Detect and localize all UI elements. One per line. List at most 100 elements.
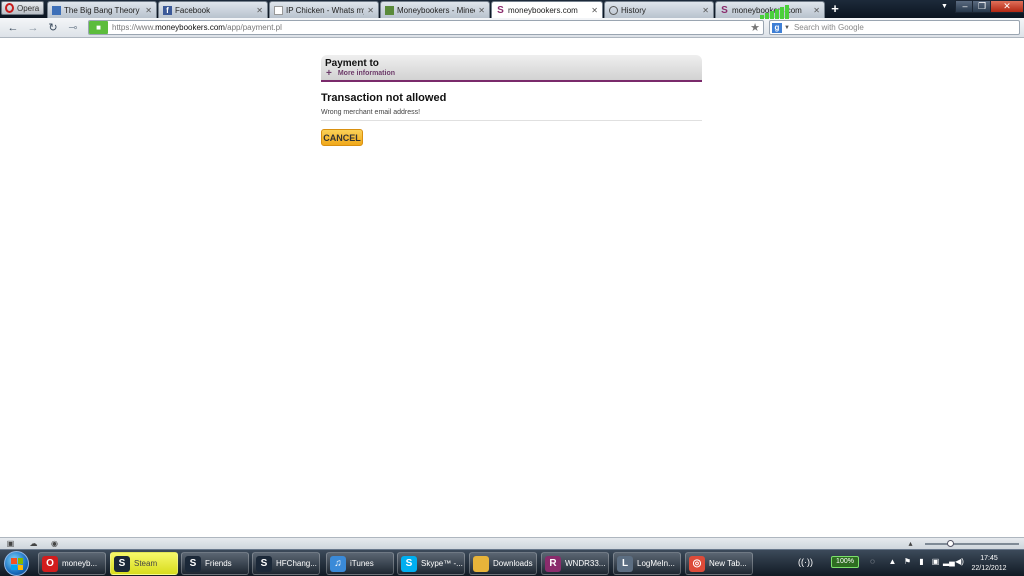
steam-icon: S — [256, 555, 272, 572]
steam-icon: S — [114, 555, 130, 572]
divider — [321, 120, 702, 121]
taskbar-item-label: New Tab... — [709, 559, 747, 568]
tab-title: Moneybookers - Minec... — [397, 5, 475, 15]
itunes-icon: ♫ — [330, 555, 346, 572]
taskbar-item[interactable]: Omoneyb... — [38, 552, 106, 575]
steam-icon: S — [185, 555, 201, 572]
taskbar-item[interactable]: ♫ iTunes — [326, 552, 394, 575]
zoom-slider-knob[interactable] — [947, 540, 954, 547]
taskbar-item-label: moneyb... — [62, 559, 98, 568]
tab-title: The Big Bang Theory S... — [64, 5, 142, 15]
restore-icon[interactable]: ❐ — [972, 0, 992, 13]
tab-close-icon[interactable]: ✕ — [591, 6, 598, 15]
padlock-icon[interactable]: ■ — [89, 21, 108, 34]
more-information-link[interactable]: + More information — [326, 68, 395, 79]
view-icon[interactable]: ▴ — [906, 539, 915, 548]
cancel-button[interactable]: CANCEL — [321, 129, 363, 146]
search-placeholder: Search with Google — [793, 23, 864, 32]
tab-title: IP Chicken - Whats my ... — [286, 5, 364, 15]
zoom-slider[interactable] — [925, 543, 1019, 545]
taskbar-item-label: iTunes — [350, 559, 374, 568]
taskbar-item[interactable]: S Skype™ -... — [397, 552, 465, 575]
tab-close-icon[interactable]: ✕ — [367, 6, 374, 15]
turbo-icon[interactable]: ◉ — [50, 539, 59, 548]
windows-logo-icon — [11, 558, 23, 570]
clock-date: 22/12/2012 — [971, 565, 1007, 572]
taskbar-item-label: HFChang... — [276, 559, 317, 568]
error-title: Transaction not allowed — [321, 92, 447, 104]
show-hidden-icons-icon[interactable]: ▲ — [888, 557, 897, 567]
action-center-flag-icon[interactable]: ⚑ — [903, 557, 912, 567]
tab-history[interactable]: History ✕ — [604, 1, 714, 18]
key-icon[interactable]: ⊸ — [66, 21, 80, 35]
reload-icon[interactable]: ↻ — [46, 21, 60, 35]
opera-icon: O — [42, 555, 58, 572]
tab-facebook[interactable]: f Facebook ✕ — [158, 1, 268, 18]
url-input[interactable]: ■ https://www.moneybookers.com/app/payme… — [88, 20, 764, 35]
panel-toggle-icon[interactable]: ▣ — [6, 539, 15, 548]
logmein-icon: L — [617, 555, 633, 572]
volume-icon[interactable]: ◀) — [955, 557, 964, 567]
taskbar-item-label: WNDR33... — [565, 559, 606, 568]
tab-close-icon[interactable]: ✕ — [478, 6, 485, 15]
opera-logo-icon — [5, 3, 14, 13]
screen: Opera The Big Bang Theory S... ✕ f Faceb… — [0, 0, 1024, 576]
tray-security-icon[interactable]: ▣ — [931, 557, 940, 567]
close-window-icon[interactable]: ✕ — [990, 0, 1024, 13]
tab-close-icon[interactable]: ✕ — [702, 6, 709, 15]
clock-time: 17:45 — [980, 555, 998, 562]
forward-arrow-icon[interactable]: → — [26, 21, 40, 35]
battery-meter-icon[interactable] — [760, 5, 790, 19]
clock-icon — [609, 5, 618, 15]
tab-moneybookers-minecraft[interactable]: Moneybookers - Minec... ✕ — [380, 1, 490, 18]
opera-menu-button[interactable]: Opera — [1, 1, 44, 15]
tab-close-icon[interactable]: ✕ — [813, 6, 820, 15]
taskbar-item[interactable]: ◎ New Tab... — [685, 552, 753, 575]
bookmark-star-icon[interactable]: ★ — [750, 21, 760, 34]
tray-device-icon[interactable]: ▮ — [917, 557, 926, 567]
tab-close-icon[interactable]: ✕ — [256, 6, 263, 15]
taskbar-item[interactable]: S Steam — [110, 552, 178, 575]
moneybookers-icon: S — [497, 4, 504, 16]
tab-close-icon[interactable]: ✕ — [145, 6, 152, 15]
cloud-icon[interactable]: ☁ — [29, 539, 38, 548]
back-arrow-icon[interactable]: ← — [6, 21, 20, 35]
search-engine-chevron-icon[interactable]: ▼ — [784, 25, 790, 31]
taskbar-item[interactable]: R WNDR33... — [541, 552, 609, 575]
taskbar-item-label: Steam — [134, 559, 158, 568]
taskbar-item[interactable]: Downloads — [469, 552, 537, 575]
google-icon[interactable]: g — [772, 22, 782, 33]
tray-app-icon[interactable]: ◌ — [868, 557, 877, 567]
clock[interactable]: 17:45 22/12/2012 — [966, 554, 1012, 574]
error-message: Wrong merchant email address! — [321, 109, 421, 116]
plus-icon: + — [326, 68, 332, 79]
taskbar-item[interactable]: L LogMeIn... — [613, 552, 681, 575]
taskbar: Omoneyb... S Steam S Friends S HFChang... ♫ iTun… — [0, 549, 1024, 576]
new-tab-plus-icon[interactable]: + — [829, 2, 841, 16]
taskbar-item-label: LogMeIn... — [637, 559, 675, 568]
chrome-icon: ◎ — [689, 555, 705, 572]
url-text: https://www.moneybookers.com/app/payment… — [112, 23, 282, 32]
address-toolbar: ← → ↻ ⊸ ■ https://www.moneybookers.com/a… — [0, 18, 1024, 38]
start-button[interactable] — [4, 551, 29, 576]
page-icon — [274, 5, 283, 15]
status-bar: ▣ ☁ ◉ ▴ — [0, 537, 1024, 549]
folder-icon — [473, 555, 489, 572]
signal-bars-icon[interactable]: ▂▄ — [943, 557, 955, 567]
winrar-icon: R — [545, 555, 561, 572]
taskbar-item[interactable]: S Friends — [181, 552, 249, 575]
tab-big-bang-theory[interactable]: The Big Bang Theory S... ✕ — [47, 1, 157, 18]
url-prefix: https://www. — [112, 23, 156, 32]
facebook-icon: f — [163, 5, 172, 15]
search-input[interactable]: g ▼ Search with Google — [769, 20, 1020, 35]
url-path: /app/payment.pl — [224, 23, 282, 32]
tab-menu-chevron-icon[interactable]: ▼ — [941, 3, 948, 10]
battery-percent-badge[interactable]: 100% — [831, 556, 859, 568]
payment-panel: Payment to + More information — [321, 55, 702, 82]
tab-ip-chicken[interactable]: IP Chicken - Whats my ... ✕ — [269, 1, 379, 18]
moneybookers-icon: S — [721, 4, 728, 16]
tab-moneybookers-active[interactable]: S moneybookers.com ✕ — [491, 1, 603, 18]
taskbar-item[interactable]: S HFChang... — [252, 552, 320, 575]
skype-icon: S — [401, 555, 417, 572]
network-icon[interactable]: ((·)) — [798, 557, 813, 567]
